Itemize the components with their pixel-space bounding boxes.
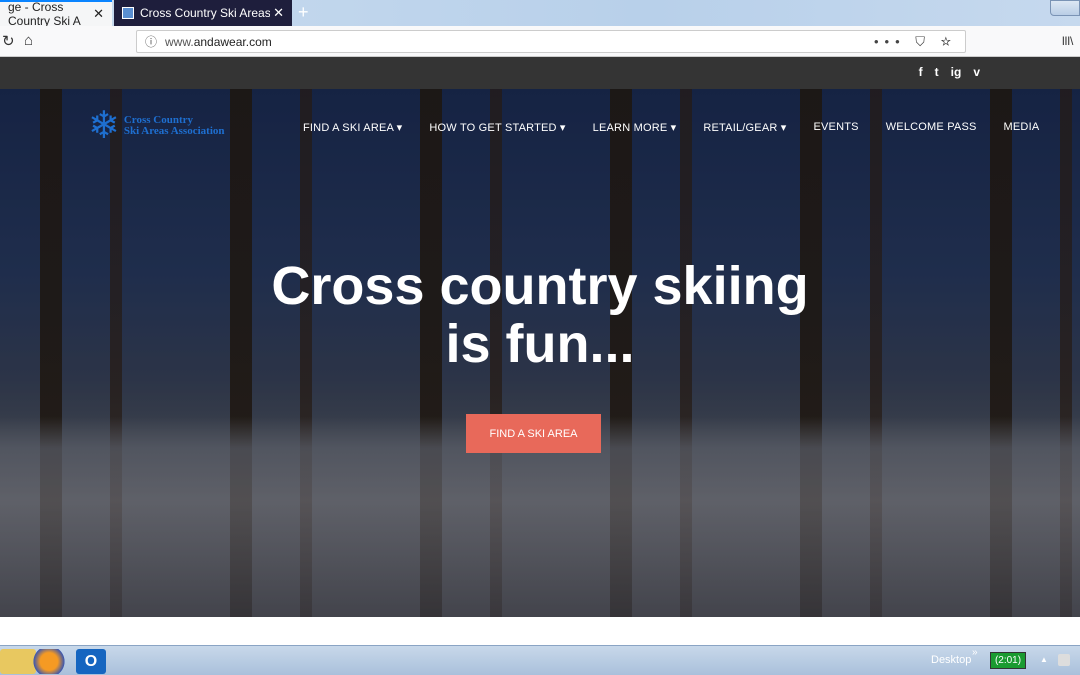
close-icon[interactable]: ✕ [93, 6, 104, 22]
menu-media[interactable]: MEDIA [1004, 121, 1040, 134]
home-icon[interactable]: ⌂ [24, 32, 33, 49]
outlook-icon[interactable]: O [76, 649, 106, 674]
nav-bar: ↻ ⌂ ⓘ www. andawear.com ••• ⛉ ☆ lll\ [0, 26, 1080, 57]
instagram-icon[interactable]: ig [951, 65, 962, 79]
social-bar: f t ig v [0, 57, 1080, 89]
minimize-button[interactable] [1050, 0, 1080, 16]
new-tab-button[interactable]: + [298, 2, 309, 23]
facebook-icon[interactable]: f [919, 65, 923, 79]
tab-bar: ge - Cross Country Ski A ✕ Cross Country … [0, 0, 1080, 28]
snowflake-icon: ❄ [88, 105, 120, 147]
library-icon[interactable]: lll\ [1062, 34, 1073, 48]
hero: ❄ Cross Country Ski Areas Association FIN… [0, 89, 1080, 617]
firefox-icon[interactable] [31, 649, 67, 674]
taskbar: O Desktop » (2:01) ▲ [0, 645, 1080, 675]
close-icon[interactable]: ✕ [273, 5, 284, 21]
hero-headline: Cross country skiing is fun... [271, 256, 809, 374]
tab-2[interactable]: Cross Country Ski Areas Associa✕ [114, 0, 292, 26]
logo-line-2: Ski Areas Association [123, 125, 225, 137]
vimeo-icon[interactable]: v [973, 65, 980, 79]
url-bar[interactable]: ⓘ www. andawear.com ••• ⛉ ☆ [136, 30, 966, 53]
menu-find-ski-area[interactable]: FIND A SKI AREA ▾ [303, 121, 402, 134]
reload-icon[interactable]: ↻ [2, 32, 15, 50]
speaker-muted-icon[interactable] [1058, 654, 1070, 666]
website: f t ig v ❄ Cross Country Ski Areas Associ… [0, 57, 1080, 617]
menu-welcome-pass[interactable]: WELCOME PASS [886, 121, 977, 134]
favicon-icon [122, 7, 134, 19]
menu-how-to-get-started[interactable]: HOW TO GET STARTED ▾ [429, 121, 565, 134]
info-icon[interactable]: ⓘ [145, 33, 157, 50]
chevron-icon[interactable]: » [972, 647, 978, 658]
battery-indicator[interactable]: (2:01) [990, 652, 1026, 669]
desktop-toolbar[interactable]: Desktop [931, 654, 971, 666]
find-ski-area-button[interactable]: FIND A SKI AREA [466, 414, 601, 453]
main-menu: FIND A SKI AREA ▾ HOW TO GET STARTED ▾ L… [303, 121, 1039, 134]
menu-retail-gear[interactable]: RETAIL/GEAR ▾ [703, 121, 786, 134]
tray-arrow-icon[interactable]: ▲ [1040, 655, 1048, 664]
url-domain: andawear.com [193, 34, 272, 49]
menu-events[interactable]: EVENTS [813, 121, 858, 134]
logo[interactable]: ❄ Cross Country Ski Areas Association [88, 107, 225, 145]
tab-title: Cross Country Ski Areas Associa [140, 6, 270, 20]
url-prefix: www. [165, 34, 194, 49]
tab-title: ge - Cross Country Ski A [8, 0, 81, 28]
page-actions-icon[interactable]: ••• ⛉ ☆ [874, 34, 957, 50]
menu-learn-more[interactable]: LEARN MORE ▾ [593, 121, 677, 134]
twitter-icon[interactable]: t [935, 65, 939, 79]
tab-1[interactable]: ge - Cross Country Ski A ✕ [0, 0, 112, 28]
